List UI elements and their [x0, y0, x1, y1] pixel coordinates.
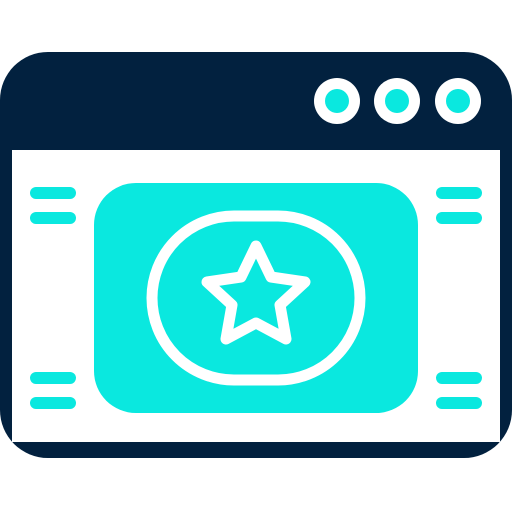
text-line — [436, 187, 482, 199]
text-line — [436, 212, 482, 224]
window-button-3-dot — [446, 89, 470, 113]
text-line — [30, 397, 76, 409]
browser-star-icon — [0, 0, 512, 512]
window-button-2-dot — [385, 89, 409, 113]
window-controls — [314, 78, 481, 124]
text-line — [436, 397, 482, 409]
browser-window-icon — [0, 52, 512, 458]
text-line — [30, 187, 76, 199]
window-button-1-dot — [325, 89, 349, 113]
text-line — [30, 212, 76, 224]
text-line — [436, 372, 482, 384]
text-line — [30, 372, 76, 384]
